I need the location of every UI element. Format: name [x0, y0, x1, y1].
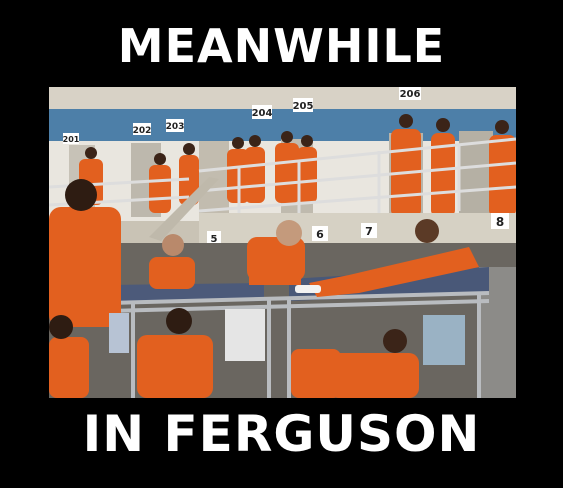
cell-number-201: 201 [63, 135, 80, 144]
cell-number-202: 202 [133, 126, 152, 136]
ceiling [49, 87, 516, 109]
lower-tier-ledge [199, 213, 516, 243]
prison-dormitory-scene: 201 202 203 204 205 206 5 6 7 8 [49, 87, 516, 398]
cell-number-205: 205 [293, 101, 314, 112]
cell-number-203: 203 [166, 122, 185, 132]
cell-number-6: 6 [316, 228, 324, 241]
cell-number-8: 8 [496, 215, 504, 229]
meme-bottom-caption: IN FERGUSON [82, 405, 481, 463]
cell-number-7: 7 [365, 225, 373, 238]
meme-top-caption: MEANWHILE [117, 19, 446, 73]
cell-number-204: 204 [252, 108, 273, 119]
cell-number-206: 206 [400, 89, 421, 100]
meme-photo: 201 202 203 204 205 206 5 6 7 8 [49, 87, 516, 398]
